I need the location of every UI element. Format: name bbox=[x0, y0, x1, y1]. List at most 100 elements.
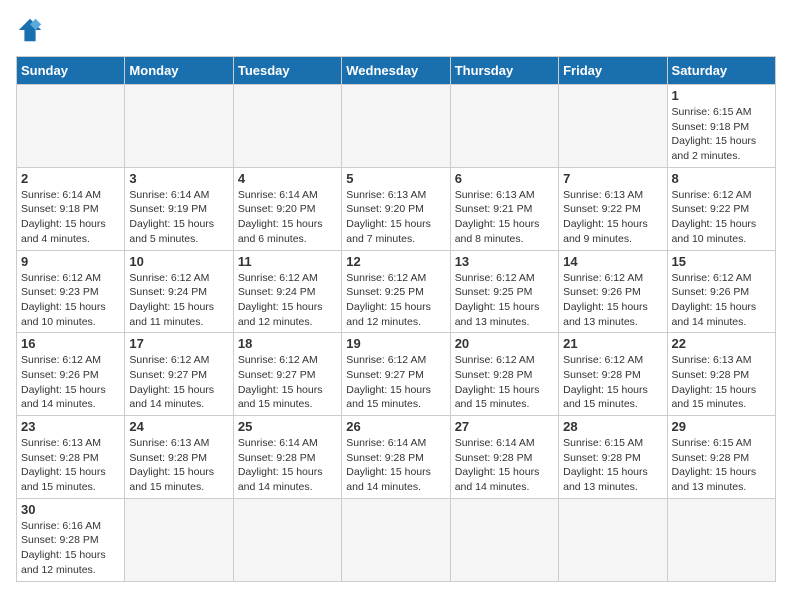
calendar-cell: 28Sunrise: 6:15 AM Sunset: 9:28 PM Dayli… bbox=[559, 416, 667, 499]
calendar-cell bbox=[233, 85, 341, 168]
week-row-3: 16 Sunrise: 6:12 AM Sunset: 9:26 PM Dayli… bbox=[17, 333, 776, 416]
day-number: 5 bbox=[346, 171, 445, 186]
day-info: Sunrise: 6:12 AM Sunset: 9:22 PM Dayligh… bbox=[672, 188, 771, 247]
day-info: Sunrise: 6:13 AM Sunset: 9:28 PM Dayligh… bbox=[672, 353, 771, 412]
calendar-cell: 29 Sunrise: 6:15 AM Sunset: 9:28 PM Dayli… bbox=[667, 416, 775, 499]
calendar-cell: 26 Sunrise: 6:14 AM Sunset: 9:28 PM Dayli… bbox=[342, 416, 450, 499]
day-info: Sunrise: 6:13 AM Sunset: 9:28 PM Dayligh… bbox=[21, 436, 120, 495]
calendar-cell: 20 Sunrise: 6:12 AM Sunset: 9:28 PM Dayli… bbox=[450, 333, 558, 416]
day-number: 16 bbox=[21, 336, 120, 351]
calendar-cell bbox=[450, 498, 558, 581]
day-number: 21 bbox=[563, 336, 662, 351]
calendar-cell bbox=[559, 498, 667, 581]
calendar-cell: 14Sunrise: 6:12 AM Sunset: 9:26 PM Dayli… bbox=[559, 250, 667, 333]
calendar-cell: 11Sunrise: 6:12 AM Sunset: 9:24 PM Dayli… bbox=[233, 250, 341, 333]
calendar-cell: 30 Sunrise: 6:16 AM Sunset: 9:28 PM Dayli… bbox=[17, 498, 125, 581]
calendar-cell: 16 Sunrise: 6:12 AM Sunset: 9:26 PM Dayli… bbox=[17, 333, 125, 416]
calendar-cell: 21 Sunrise: 6:12 AM Sunset: 9:28 PM Dayli… bbox=[559, 333, 667, 416]
day-number: 11 bbox=[238, 254, 337, 269]
calendar-cell: 22Sunrise: 6:13 AM Sunset: 9:28 PM Dayli… bbox=[667, 333, 775, 416]
day-header-friday: Friday bbox=[559, 57, 667, 85]
day-number: 17 bbox=[129, 336, 228, 351]
calendar-table: SundayMondayTuesdayWednesdayThursdayFrid… bbox=[16, 56, 776, 582]
day-info: Sunrise: 6:14 AM Sunset: 9:20 PM Dayligh… bbox=[238, 188, 337, 247]
day-info: Sunrise: 6:15 AM Sunset: 9:18 PM Dayligh… bbox=[672, 105, 771, 164]
calendar-cell: 19 Sunrise: 6:12 AM Sunset: 9:27 PM Dayli… bbox=[342, 333, 450, 416]
header bbox=[16, 16, 776, 44]
day-info: Sunrise: 6:12 AM Sunset: 9:24 PM Dayligh… bbox=[129, 271, 228, 330]
day-info: Sunrise: 6:14 AM Sunset: 9:19 PM Dayligh… bbox=[129, 188, 228, 247]
day-info: Sunrise: 6:12 AM Sunset: 9:27 PM Dayligh… bbox=[346, 353, 445, 412]
calendar-cell: 23 Sunrise: 6:13 AM Sunset: 9:28 PM Dayli… bbox=[17, 416, 125, 499]
day-number: 27 bbox=[455, 419, 554, 434]
week-row-4: 23 Sunrise: 6:13 AM Sunset: 9:28 PM Dayli… bbox=[17, 416, 776, 499]
day-info: Sunrise: 6:13 AM Sunset: 9:22 PM Dayligh… bbox=[563, 188, 662, 247]
day-info: Sunrise: 6:15 AM Sunset: 9:28 PM Dayligh… bbox=[563, 436, 662, 495]
calendar-cell: 6Sunrise: 6:13 AM Sunset: 9:21 PM Daylig… bbox=[450, 167, 558, 250]
day-number: 23 bbox=[21, 419, 120, 434]
day-number: 29 bbox=[672, 419, 771, 434]
day-number: 13 bbox=[455, 254, 554, 269]
day-info: Sunrise: 6:15 AM Sunset: 9:28 PM Dayligh… bbox=[672, 436, 771, 495]
day-number: 3 bbox=[129, 171, 228, 186]
day-info: Sunrise: 6:13 AM Sunset: 9:20 PM Dayligh… bbox=[346, 188, 445, 247]
day-number: 9 bbox=[21, 254, 120, 269]
day-info: Sunrise: 6:14 AM Sunset: 9:28 PM Dayligh… bbox=[455, 436, 554, 495]
day-info: Sunrise: 6:12 AM Sunset: 9:26 PM Dayligh… bbox=[672, 271, 771, 330]
day-info: Sunrise: 6:12 AM Sunset: 9:28 PM Dayligh… bbox=[563, 353, 662, 412]
day-info: Sunrise: 6:12 AM Sunset: 9:27 PM Dayligh… bbox=[129, 353, 228, 412]
calendar-cell: 1 Sunrise: 6:15 AM Sunset: 9:18 PM Daylig… bbox=[667, 85, 775, 168]
day-number: 19 bbox=[346, 336, 445, 351]
day-header-thursday: Thursday bbox=[450, 57, 558, 85]
calendar-cell: 10 Sunrise: 6:12 AM Sunset: 9:24 PM Dayli… bbox=[125, 250, 233, 333]
calendar-cell bbox=[233, 498, 341, 581]
day-number: 24 bbox=[129, 419, 228, 434]
day-number: 25 bbox=[238, 419, 337, 434]
day-header-wednesday: Wednesday bbox=[342, 57, 450, 85]
day-number: 15 bbox=[672, 254, 771, 269]
day-number: 7 bbox=[563, 171, 662, 186]
day-number: 2 bbox=[21, 171, 120, 186]
calendar-cell bbox=[559, 85, 667, 168]
day-header-sunday: Sunday bbox=[17, 57, 125, 85]
day-number: 10 bbox=[129, 254, 228, 269]
day-info: Sunrise: 6:12 AM Sunset: 9:28 PM Dayligh… bbox=[455, 353, 554, 412]
logo bbox=[16, 16, 48, 44]
day-info: Sunrise: 6:12 AM Sunset: 9:27 PM Dayligh… bbox=[238, 353, 337, 412]
week-row-5: 30 Sunrise: 6:16 AM Sunset: 9:28 PM Dayli… bbox=[17, 498, 776, 581]
calendar-cell: 5 Sunrise: 6:13 AM Sunset: 9:20 PM Daylig… bbox=[342, 167, 450, 250]
day-info: Sunrise: 6:12 AM Sunset: 9:25 PM Dayligh… bbox=[455, 271, 554, 330]
calendar-cell bbox=[450, 85, 558, 168]
days-header-row: SundayMondayTuesdayWednesdayThursdayFrid… bbox=[17, 57, 776, 85]
day-header-tuesday: Tuesday bbox=[233, 57, 341, 85]
calendar-cell: 7 Sunrise: 6:13 AM Sunset: 9:22 PM Daylig… bbox=[559, 167, 667, 250]
day-info: Sunrise: 6:12 AM Sunset: 9:23 PM Dayligh… bbox=[21, 271, 120, 330]
day-number: 18 bbox=[238, 336, 337, 351]
calendar-cell: 4Sunrise: 6:14 AM Sunset: 9:20 PM Daylig… bbox=[233, 167, 341, 250]
day-number: 8 bbox=[672, 171, 771, 186]
day-header-monday: Monday bbox=[125, 57, 233, 85]
calendar-cell: 12Sunrise: 6:12 AM Sunset: 9:25 PM Dayli… bbox=[342, 250, 450, 333]
calendar-cell: 15 Sunrise: 6:12 AM Sunset: 9:26 PM Dayli… bbox=[667, 250, 775, 333]
calendar-cell: 27 Sunrise: 6:14 AM Sunset: 9:28 PM Dayli… bbox=[450, 416, 558, 499]
day-number: 20 bbox=[455, 336, 554, 351]
calendar-cell: 2 Sunrise: 6:14 AM Sunset: 9:18 PM Daylig… bbox=[17, 167, 125, 250]
day-info: Sunrise: 6:14 AM Sunset: 9:28 PM Dayligh… bbox=[346, 436, 445, 495]
day-number: 30 bbox=[21, 502, 120, 517]
day-number: 26 bbox=[346, 419, 445, 434]
calendar-cell: 18 Sunrise: 6:12 AM Sunset: 9:27 PM Dayli… bbox=[233, 333, 341, 416]
calendar-cell: 24 Sunrise: 6:13 AM Sunset: 9:28 PM Dayli… bbox=[125, 416, 233, 499]
calendar-cell: 13 Sunrise: 6:12 AM Sunset: 9:25 PM Dayli… bbox=[450, 250, 558, 333]
day-info: Sunrise: 6:12 AM Sunset: 9:26 PM Dayligh… bbox=[21, 353, 120, 412]
day-number: 1 bbox=[672, 88, 771, 103]
calendar-cell bbox=[342, 85, 450, 168]
calendar-cell bbox=[125, 85, 233, 168]
week-row-0: 1 Sunrise: 6:15 AM Sunset: 9:18 PM Daylig… bbox=[17, 85, 776, 168]
day-number: 14 bbox=[563, 254, 662, 269]
calendar-cell bbox=[342, 498, 450, 581]
day-info: Sunrise: 6:16 AM Sunset: 9:28 PM Dayligh… bbox=[21, 519, 120, 578]
day-info: Sunrise: 6:14 AM Sunset: 9:18 PM Dayligh… bbox=[21, 188, 120, 247]
day-header-saturday: Saturday bbox=[667, 57, 775, 85]
calendar-cell bbox=[125, 498, 233, 581]
day-info: Sunrise: 6:13 AM Sunset: 9:28 PM Dayligh… bbox=[129, 436, 228, 495]
